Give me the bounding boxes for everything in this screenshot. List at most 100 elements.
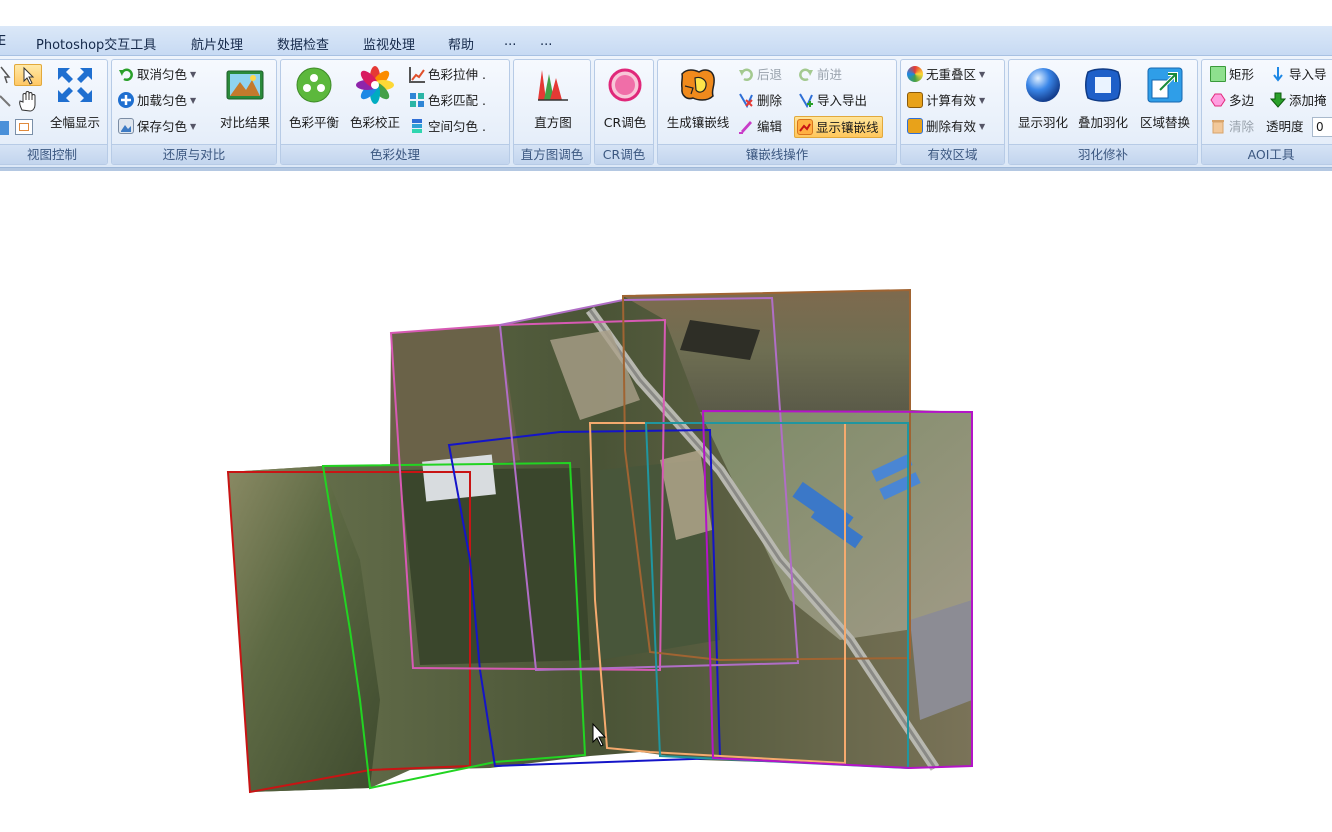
overflow-dot: . bbox=[482, 93, 486, 108]
show-seamline-button[interactable]: 显示镶嵌线 bbox=[794, 116, 883, 138]
group-label-aoi: AOI工具 bbox=[1202, 144, 1332, 164]
show-seamline-icon bbox=[797, 119, 813, 135]
load-even-label: 加载匀色 bbox=[137, 93, 188, 108]
aoi-opacity-label: 透明度 bbox=[1266, 119, 1304, 134]
overflow-dot: . bbox=[482, 67, 486, 82]
edit-seam-label: 编辑 bbox=[757, 119, 783, 134]
overlay-feather-button[interactable]: 叠加羽化 bbox=[1077, 64, 1129, 130]
group-label-valid: 有效区域 bbox=[901, 144, 1004, 164]
compare-result-button[interactable]: 对比结果 bbox=[218, 64, 272, 130]
trash-icon bbox=[1210, 118, 1226, 134]
seamline-map-icon bbox=[679, 66, 717, 104]
calc-valid-button[interactable]: 计算有效 ▼ bbox=[907, 90, 985, 112]
cancel-even-button[interactable]: 取消匀色 ▼ bbox=[118, 64, 196, 86]
load-even-button[interactable]: 加载匀色 ▼ bbox=[118, 90, 196, 112]
no-overlap-label: 无重叠区 bbox=[926, 67, 977, 82]
aoi-clear-button[interactable]: 清除 bbox=[1210, 116, 1254, 138]
calc-valid-label: 计算有效 bbox=[926, 93, 977, 108]
delete-seam-icon bbox=[738, 92, 754, 109]
redo-forward-button[interactable]: 前进 bbox=[798, 64, 842, 86]
pen-edit-icon bbox=[738, 118, 754, 134]
menu-item-help[interactable]: 帮助 bbox=[448, 34, 474, 53]
grid-blocks-icon bbox=[409, 92, 425, 108]
calendar-view-icon[interactable] bbox=[15, 119, 33, 135]
edit-seam-button[interactable]: 编辑 bbox=[738, 116, 782, 138]
group-valid-area: 无重叠区 ▼ 计算有效 ▼ 删除有效 ▼ 有效区域 bbox=[900, 59, 1005, 165]
region-replace-button[interactable]: 区域替换 bbox=[1139, 64, 1191, 130]
full-view-button[interactable]: 全幅显示 bbox=[50, 64, 100, 130]
window-tool-icon[interactable] bbox=[0, 121, 9, 135]
aoi-polygon-button[interactable]: 多边 bbox=[1210, 90, 1254, 112]
generate-seamline-button[interactable]: 生成镶嵌线 bbox=[666, 64, 730, 130]
menu-item-0[interactable]: E bbox=[0, 34, 6, 49]
overflow-dot: . bbox=[482, 119, 486, 134]
menu-item-data-check[interactable]: 数据检查 bbox=[277, 34, 329, 53]
mosaic-view[interactable] bbox=[0, 171, 1332, 832]
import-export-button[interactable]: 导入导出 bbox=[798, 90, 867, 112]
aoi-add-mask-button[interactable]: 添加掩 bbox=[1269, 90, 1327, 112]
pointer-tool-icon[interactable] bbox=[14, 64, 42, 86]
delete-valid-label: 删除有效 bbox=[926, 119, 977, 134]
color-match-label: 色彩匹配 bbox=[428, 93, 479, 108]
show-feather-button[interactable]: 显示羽化 bbox=[1017, 64, 1069, 130]
delete-valid-button[interactable]: 删除有效 ▼ bbox=[907, 116, 985, 138]
aerial-imagery bbox=[228, 290, 972, 792]
menu-item-monitor[interactable]: 监视处理 bbox=[363, 34, 415, 53]
group-label-seam: 镶嵌线操作 bbox=[658, 144, 896, 164]
aoi-polygon-label: 多边 bbox=[1229, 93, 1255, 108]
aoi-import-button[interactable]: 导入导 bbox=[1270, 64, 1327, 86]
color-circle-icon bbox=[907, 66, 923, 82]
color-correct-label: 色彩校正 bbox=[349, 115, 400, 130]
back-arrow-icon bbox=[738, 66, 754, 82]
group-label-color: 色彩处理 bbox=[281, 144, 509, 164]
color-stretch-button[interactable]: 色彩拉伸 . bbox=[409, 64, 486, 86]
delete-seam-button[interactable]: 删除 bbox=[738, 90, 782, 112]
group-histogram: 直方图 直方图调色 bbox=[513, 59, 591, 165]
menu-item-more-1[interactable]: ... bbox=[504, 34, 516, 49]
save-icon bbox=[118, 118, 134, 134]
aoi-rect-button[interactable]: 矩形 bbox=[1210, 64, 1254, 86]
color-match-button[interactable]: 色彩匹配 . bbox=[409, 90, 486, 112]
region-replace-label: 区域替换 bbox=[1139, 115, 1190, 130]
generate-seamline-label: 生成镶嵌线 bbox=[666, 115, 730, 130]
map-canvas[interactable] bbox=[0, 171, 1332, 832]
group-restore-compare: 取消匀色 ▼ 加载匀色 ▼ 保存匀色 ▼ 对比结果 还原与对比 bbox=[111, 59, 277, 165]
undo-back-button[interactable]: 后退 bbox=[738, 64, 782, 86]
histogram-button[interactable]: 直方图 bbox=[526, 64, 580, 130]
opacity-input[interactable]: 0 bbox=[1312, 117, 1332, 137]
line-chart-icon bbox=[409, 67, 425, 83]
group-color-processing: 色彩平衡 色彩校正 色彩拉伸 . 色彩匹配 . 空间匀色 . 色彩处理 bbox=[280, 59, 510, 165]
import-export-icon bbox=[798, 92, 814, 109]
group-label-feather: 羽化修补 bbox=[1009, 144, 1197, 164]
cr-adjust-button[interactable]: CR调色 bbox=[601, 64, 649, 130]
spatial-even-button[interactable]: 空间匀色 . bbox=[409, 116, 486, 138]
group-aoi: 矩形 导入导 多边 添加掩 清除 透明度 0 AOI工具 bbox=[1201, 59, 1332, 165]
menu-bar: E Photoshop交互工具 航片处理 数据检查 监视处理 帮助 ... ..… bbox=[0, 26, 1332, 56]
redo-forward-label: 前进 bbox=[817, 67, 843, 82]
hand-pan-icon[interactable] bbox=[15, 90, 41, 114]
color-balance-label: 色彩平衡 bbox=[288, 115, 339, 130]
select-tool-icon[interactable] bbox=[0, 65, 11, 85]
polygon-icon bbox=[1210, 92, 1226, 108]
spatial-even-label: 空间匀色 bbox=[428, 119, 479, 134]
color-correct-button[interactable]: 色彩校正 bbox=[349, 64, 401, 130]
compare-result-label: 对比结果 bbox=[219, 115, 270, 130]
save-even-label: 保存匀色 bbox=[137, 119, 188, 134]
import-arrow-icon bbox=[1270, 66, 1286, 82]
dropdown-arrow-icon: ▼ bbox=[190, 70, 197, 79]
menu-item-more-2[interactable]: ... bbox=[540, 34, 552, 49]
zoom-tool-icon[interactable] bbox=[0, 92, 11, 112]
dropdown-arrow-icon: ▼ bbox=[979, 122, 986, 131]
no-overlap-button[interactable]: 无重叠区 ▼ bbox=[907, 64, 985, 86]
color-stretch-label: 色彩拉伸 bbox=[428, 67, 479, 82]
group-label-cr: CR调色 bbox=[595, 144, 653, 164]
histogram-icon bbox=[534, 66, 572, 104]
cr-adjust-label: CR调色 bbox=[603, 115, 647, 130]
save-even-button[interactable]: 保存匀色 ▼ bbox=[118, 116, 196, 138]
menu-item-photoshop[interactable]: Photoshop交互工具 bbox=[36, 34, 156, 53]
spatial-bars-icon bbox=[409, 118, 425, 134]
menu-item-aerial[interactable]: 航片处理 bbox=[191, 34, 243, 53]
forward-arrow-icon bbox=[798, 66, 814, 82]
delete-area-icon bbox=[907, 118, 923, 134]
color-balance-button[interactable]: 色彩平衡 bbox=[289, 64, 339, 130]
